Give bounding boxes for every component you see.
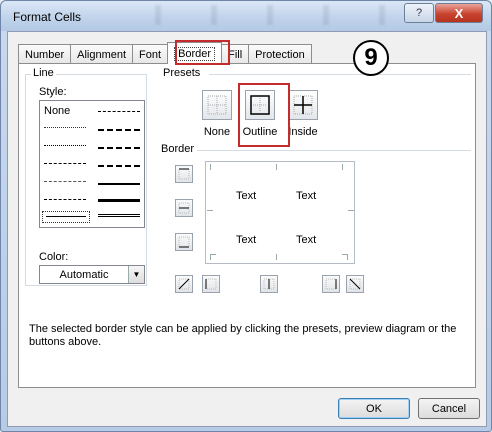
preset-inside-button[interactable] (288, 90, 318, 120)
tab-label: Alignment (77, 48, 127, 61)
presets-divider (209, 74, 471, 75)
chevron-down-icon[interactable]: ▼ (128, 266, 144, 283)
close-button[interactable]: X (435, 3, 483, 23)
tab-label: Protection (255, 48, 305, 61)
diagonal-up-border-button[interactable] (175, 275, 193, 293)
line-style-option[interactable] (44, 145, 86, 146)
color-value: Automatic (59, 268, 109, 281)
tab-fill[interactable]: Fill (221, 44, 250, 64)
border-preview[interactable]: Text Text Text Text (205, 161, 355, 264)
right-border-icon (325, 278, 337, 290)
border-label: Border (159, 143, 197, 155)
line-style-option[interactable] (98, 147, 140, 149)
preset-outline-button[interactable] (245, 90, 275, 120)
close-icon: X (454, 5, 464, 21)
line-style-option[interactable] (98, 129, 140, 131)
tab-label: Number (25, 48, 65, 61)
bottom-border-icon (178, 236, 190, 248)
line-style-list[interactable]: None (39, 100, 145, 228)
tab-alignment[interactable]: Alignment (70, 44, 134, 64)
left-border-icon (205, 278, 217, 290)
preset-inside-label: Inside (288, 126, 318, 138)
step-badge: 9 (353, 40, 389, 76)
style-label: Style: (37, 86, 69, 98)
style-none-option[interactable]: None (44, 105, 70, 117)
preview-corner-mark (348, 210, 354, 216)
preset-none-button[interactable] (202, 90, 232, 120)
tab-label: Font (139, 48, 162, 61)
preview-text: Text (236, 234, 257, 246)
line-style-option[interactable] (98, 165, 140, 167)
preview-corner-mark (342, 254, 348, 260)
presets-label: Presets (161, 67, 203, 79)
preview-corner-mark (276, 164, 282, 170)
dialog-client: Number Alignment Font Border Fill Protec… (7, 31, 487, 427)
preview-corner-mark (210, 164, 216, 170)
right-border-button[interactable] (322, 275, 340, 293)
top-border-button[interactable] (175, 165, 193, 183)
tab-protection[interactable]: Protection (248, 44, 312, 64)
preview-text: Text (236, 190, 257, 202)
bottom-border-button[interactable] (175, 233, 193, 251)
middle-vertical-border-icon (263, 278, 275, 290)
border-divider (197, 150, 471, 151)
preview-corner-mark (207, 210, 213, 216)
top-border-icon (178, 168, 190, 180)
ok-label: OK (366, 402, 382, 415)
help-button[interactable]: ? (404, 3, 434, 23)
preset-outline-icon (250, 95, 270, 115)
preview-text: Text (296, 190, 317, 202)
description-text: The selected border style can be applied… (29, 323, 457, 348)
line-style-option[interactable] (44, 163, 86, 164)
preview-corner-mark (342, 164, 348, 170)
ok-button[interactable]: OK (338, 398, 410, 419)
line-group-label: Line (31, 67, 56, 79)
preview-corner-mark (276, 254, 282, 260)
left-border-button[interactable] (202, 275, 220, 293)
preset-inside-icon (293, 95, 313, 115)
tab-label: Fill (228, 48, 243, 61)
line-style-option[interactable] (98, 183, 140, 185)
border-panel: Line Style: None Color: Automatic ▼ Pres… (18, 63, 476, 388)
tab-strip: Number Alignment Font Border Fill Protec… (18, 42, 312, 64)
line-style-option[interactable] (44, 199, 86, 200)
line-style-option[interactable] (98, 214, 140, 217)
diagonal-down-border-button[interactable] (346, 275, 364, 293)
tab-font[interactable]: Font (132, 44, 169, 64)
preview-text: Text (296, 234, 317, 246)
diagonal-down-icon (349, 278, 361, 290)
line-style-option[interactable] (98, 199, 140, 202)
cancel-button[interactable]: Cancel (418, 398, 480, 419)
middle-vertical-border-button[interactable] (260, 275, 278, 293)
help-icon: ? (415, 7, 423, 19)
line-style-option[interactable] (98, 111, 140, 112)
color-dropdown[interactable]: Automatic ▼ (39, 265, 145, 284)
color-label: Color: (37, 251, 71, 263)
title-bar[interactable]: Format Cells ? X (1, 1, 491, 31)
background-blur (131, 5, 401, 25)
cancel-label: Cancel (431, 402, 467, 415)
line-style-option[interactable] (44, 127, 86, 128)
window-title: Format Cells (13, 10, 82, 24)
line-style-option[interactable] (44, 181, 86, 182)
preset-none-icon (207, 95, 227, 115)
line-style-option[interactable] (42, 211, 90, 223)
preview-corner-mark (210, 254, 216, 260)
format-cells-window: Format Cells ? X Number Alignment Font B… (0, 0, 492, 432)
tab-label: Border (174, 46, 216, 61)
tab-number[interactable]: Number (18, 44, 72, 64)
tab-border[interactable]: Border (167, 42, 223, 64)
middle-horizontal-border-icon (178, 202, 190, 214)
diagonal-up-icon (178, 278, 190, 290)
middle-horizontal-border-button[interactable] (175, 199, 193, 217)
